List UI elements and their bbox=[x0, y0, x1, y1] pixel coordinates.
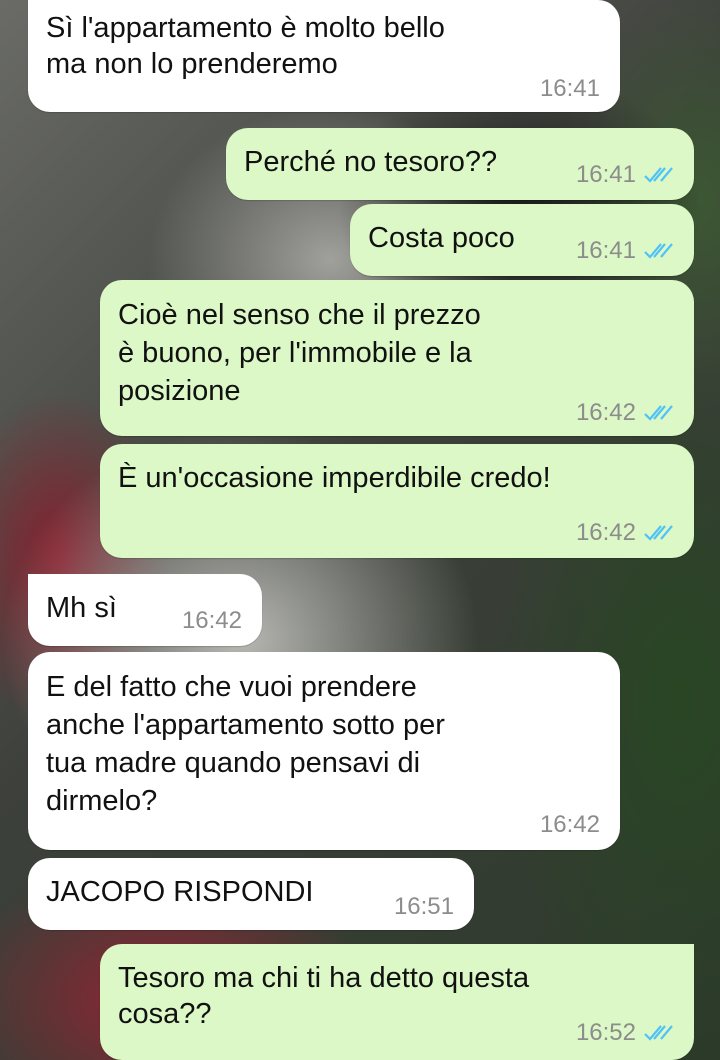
incoming-message[interactable]: JACOPO RISPONDI 16:51 bbox=[28, 858, 474, 930]
message-meta: 16:42 bbox=[182, 608, 242, 634]
message-text: Costa poco bbox=[368, 222, 515, 254]
outgoing-message[interactable]: Tesoro ma chi ti ha detto questa cosa?? … bbox=[100, 944, 694, 1060]
message-time: 16:41 bbox=[575, 237, 636, 264]
message-time: 16:41 bbox=[575, 161, 636, 188]
outgoing-message[interactable]: Cioè nel senso che il prezzo è buono, pe… bbox=[100, 280, 694, 436]
chat-message-list[interactable]: Sì l'appartamento è molto bello ma non l… bbox=[0, 0, 720, 1060]
message-meta: 16:42 bbox=[540, 812, 600, 838]
incoming-message[interactable]: E del fatto che vuoi prendere anche l'ap… bbox=[28, 652, 620, 850]
message-time: 16:42 bbox=[181, 607, 242, 634]
read-ticks-icon bbox=[644, 1024, 674, 1042]
read-ticks-icon bbox=[644, 242, 674, 260]
message-text: Cioè nel senso che il prezzo è buono, pe… bbox=[118, 299, 481, 407]
read-ticks-icon bbox=[644, 404, 674, 422]
outgoing-message[interactable]: È un'occasione imperdibile credo! 16:42 bbox=[100, 444, 694, 558]
read-ticks-icon bbox=[644, 166, 674, 184]
message-time: 16:41 bbox=[539, 75, 600, 102]
message-meta: 16:42 bbox=[576, 400, 674, 426]
read-ticks-icon bbox=[644, 524, 674, 542]
outgoing-message[interactable]: Costa poco 16:41 bbox=[350, 204, 694, 276]
message-text: JACOPO RISPONDI bbox=[46, 876, 314, 908]
message-text: Perché no tesoro?? bbox=[244, 146, 498, 178]
message-meta: 16:41 bbox=[576, 162, 674, 188]
message-meta: 16:42 bbox=[576, 520, 674, 546]
message-time: 16:42 bbox=[575, 519, 636, 546]
incoming-message[interactable]: Mh sì 16:42 bbox=[28, 574, 262, 646]
message-text: Sì l'appartamento è molto bello ma non l… bbox=[46, 12, 445, 80]
message-time: 16:51 bbox=[393, 893, 454, 920]
message-meta: 16:41 bbox=[540, 76, 600, 102]
message-text: È un'occasione imperdibile credo! bbox=[118, 462, 551, 494]
message-time: 16:52 bbox=[575, 1019, 636, 1046]
outgoing-message[interactable]: Perché no tesoro?? 16:41 bbox=[226, 128, 694, 200]
message-text: Mh sì bbox=[46, 592, 117, 624]
message-meta: 16:41 bbox=[576, 238, 674, 264]
message-meta: 16:52 bbox=[576, 1020, 674, 1046]
message-time: 16:42 bbox=[575, 399, 636, 426]
message-meta: 16:51 bbox=[394, 894, 454, 920]
incoming-message[interactable]: Sì l'appartamento è molto bello ma non l… bbox=[28, 0, 620, 112]
message-text: Tesoro ma chi ti ha detto questa cosa?? bbox=[118, 962, 530, 1030]
message-time: 16:42 bbox=[539, 811, 600, 838]
message-text: E del fatto che vuoi prendere anche l'ap… bbox=[46, 671, 445, 817]
